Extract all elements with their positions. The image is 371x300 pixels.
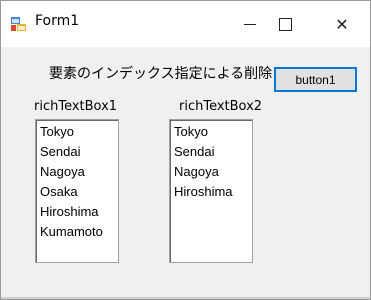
maximize-icon xyxy=(278,17,292,31)
close-button[interactable]: ✕ xyxy=(319,1,365,47)
richtextbox1-line: Sendai xyxy=(40,144,81,159)
app-icon xyxy=(11,17,26,31)
close-icon: ✕ xyxy=(335,14,349,34)
richtextbox2[interactable]: Tokyo Sendai Nagoya Hiroshima xyxy=(169,119,253,263)
button1[interactable]: button1 xyxy=(274,67,357,92)
window-bottom-border xyxy=(1,297,370,299)
description-label: 要素のインデックス指定による削除 xyxy=(49,66,273,82)
maximize-button[interactable] xyxy=(262,1,308,47)
richtextbox1-label: richTextBox1 xyxy=(34,99,118,114)
richtextbox1-line: Hiroshima xyxy=(40,204,99,219)
richtextbox2-line: Hiroshima xyxy=(174,184,233,199)
richtextbox1-line: Kumamoto xyxy=(40,224,103,239)
richtextbox2-label: richTextBox2 xyxy=(179,99,263,114)
richtextbox2-line: Sendai xyxy=(174,144,215,159)
richtextbox1-line: Tokyo xyxy=(40,124,74,139)
richtextbox2-line: Tokyo xyxy=(174,124,208,139)
richtextbox1-line: Nagoya xyxy=(40,164,85,179)
richtextbox2-line: Nagoya xyxy=(174,164,219,179)
richtextbox1-line: Osaka xyxy=(40,184,78,199)
form-window: Form1 ✕ 要素のインデックス指定による削除 button1 richTex… xyxy=(0,0,371,300)
richtextbox1[interactable]: Tokyo Sendai Nagoya Osaka Hiroshima Kuma… xyxy=(35,119,119,263)
minimize-icon xyxy=(244,23,256,25)
window-title: Form1 xyxy=(35,13,80,29)
title-bar[interactable]: Form1 ✕ xyxy=(1,1,370,47)
